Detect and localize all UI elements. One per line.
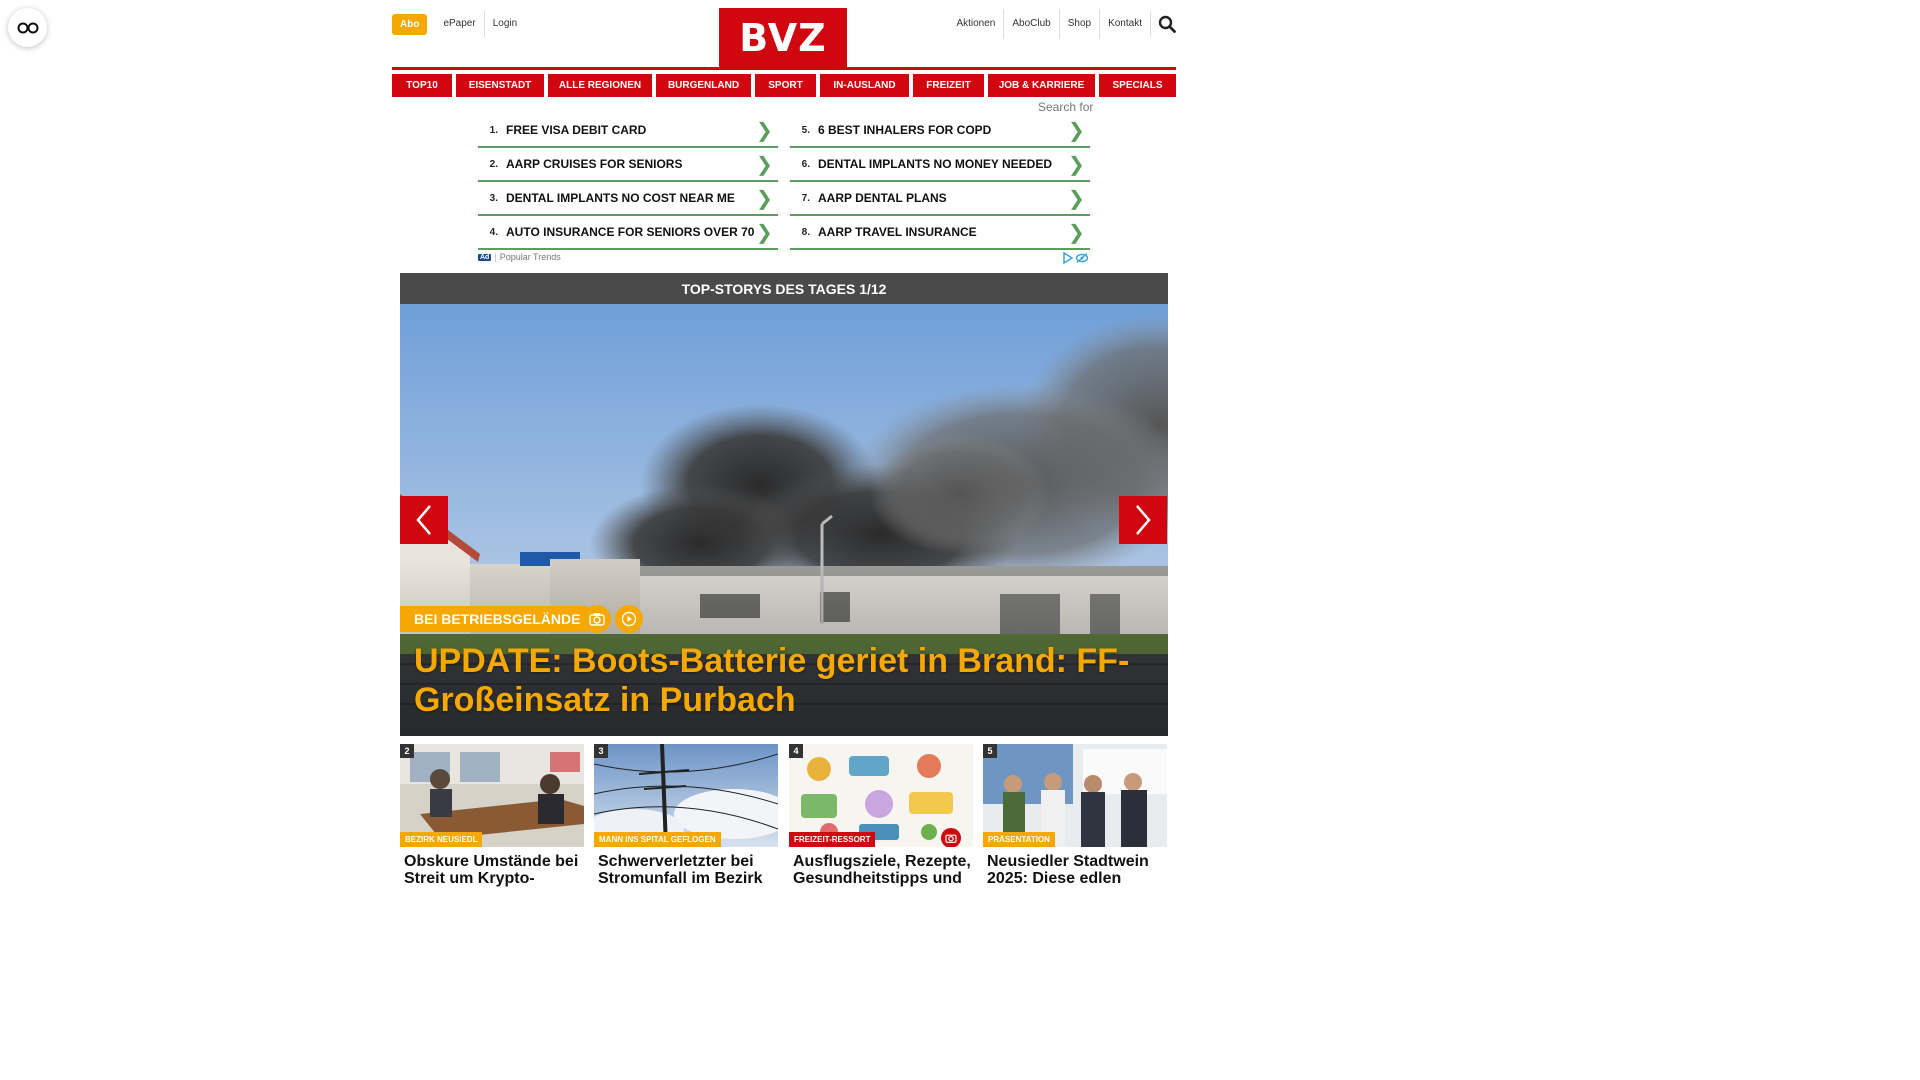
nav-item-burgenland[interactable]: BURGENLAND [656,74,751,97]
chevron-right-icon: ❯ [756,118,773,142]
chevron-right-icon: ❯ [1068,220,1085,244]
hero-headline[interactable]: UPDATE: Boots-Batterie geriet in Brand: … [414,642,1154,720]
ad-item[interactable]: 7. AARP DENTAL PLANS ❯ [790,182,1090,216]
login-link[interactable]: Login [483,11,525,37]
ad-item-label: AARP DENTAL PLANS [818,191,947,205]
nav-item-freizeit[interactable]: FREIZEIT [913,74,984,97]
chevron-right-icon: ❯ [1068,118,1085,142]
story-rank: 5 [983,744,997,758]
camera-icon [941,828,961,847]
story-title[interactable]: Obskure Umstände bei Streit um Krypto- [400,853,584,887]
header-left-links: Abo ePaper Login [392,11,525,37]
story-card[interactable]: 2 BEZIRK NEUSIEDL Obskure Umstände bei S… [400,744,584,887]
story-kicker: MANN INS SPITAL GEFLOGEN [594,832,721,847]
play-video-icon [615,605,643,633]
ad-item[interactable]: 1. FREE VISA DEBIT CARD ❯ [478,114,778,148]
chevron-right-icon [1136,505,1151,535]
story-rank: 2 [400,744,414,758]
story-kicker: PRÄSENTATION [983,832,1055,847]
ad-item-number: 4. [489,226,498,238]
ad-item-label: FREE VISA DEBIT CARD [506,123,647,137]
epaper-link[interactable]: ePaper [435,11,483,37]
story-image: 4 FREIZEIT-RESSORT [789,744,973,847]
chevron-right-icon: ❯ [756,152,773,176]
bvz-logo[interactable]: BVZ [719,8,847,68]
ad-item-label: AUTO INSURANCE FOR SENIORS OVER 70 [506,225,755,239]
ad-item[interactable]: 8. AARP TRAVEL INSURANCE ❯ [790,216,1090,250]
ad-item[interactable]: 4. AUTO INSURANCE FOR SENIORS OVER 70 ❯ [478,216,778,250]
ad-list-right: 5. 6 BEST INHALERS FOR COPD ❯ 6. DENTAL … [790,114,1090,250]
story-rank: 4 [789,744,803,758]
ad-item-label: 6 BEST INHALERS FOR COPD [818,123,992,137]
hero-kicker: BEI BETRIEBSGELÄNDE [400,606,589,632]
camera-icon [583,605,611,633]
adchoices-icon[interactable] [1062,252,1090,264]
glasses-icon [17,22,38,33]
top-stories-heading: TOP-STORYS DES TAGES 1/12 [400,273,1168,304]
ad-item[interactable]: 3. DENTAL IMPLANTS NO COST NEAR ME ❯ [478,182,778,216]
header-right-links: Aktionen AboClub Shop Kontakt [948,9,1176,39]
story-title[interactable]: Ausflugsziele, Rezepte, Gesundheitstipps… [789,853,973,887]
ad-item-number: 8. [801,226,810,238]
story-title[interactable]: Schwerverletzter bei Stromunfall im Bezi… [594,853,778,887]
ad-item-number: 2. [489,158,498,170]
nav-item-top10[interactable]: TOP10 [392,74,452,97]
nav-item-sport[interactable]: SPORT [755,74,816,97]
carousel-prev-button[interactable] [400,496,448,544]
ad-search-label: Search for [1038,100,1094,114]
story-card[interactable]: 3 MANN INS SPITAL GEFLOGEN Schwerverletz… [594,744,778,887]
ad-item[interactable]: 5. 6 BEST INHALERS FOR COPD ❯ [790,114,1090,148]
ad-badge: Ad [478,253,492,261]
ad-item[interactable]: 6. DENTAL IMPLANTS NO MONEY NEEDED ❯ [790,148,1090,182]
story-card[interactable]: 5 PRÄSENTATION Neusiedler Stadtwein 2025… [983,744,1167,887]
accessibility-button[interactable] [8,8,47,47]
chevron-right-icon: ❯ [756,220,773,244]
chevron-right-icon: ❯ [1068,186,1085,210]
aboclub-link[interactable]: AboClub [1003,9,1058,39]
nav-item-job-karriere[interactable]: JOB & KARRIERE [988,74,1095,97]
ad-footer-label: Popular Trends [499,252,561,262]
ad-item-number: 6. [801,158,810,170]
search-icon[interactable] [1150,11,1176,37]
ad-item[interactable]: 2. AARP CRUISES FOR SENIORS ❯ [478,148,778,182]
ad-list-left: 1. FREE VISA DEBIT CARD ❯ 2. AARP CRUISE… [478,114,778,250]
ad-footer: Ad | Popular Trends [478,252,561,262]
header-divider [392,67,1176,70]
ad-item-number: 5. [801,124,810,136]
story-title[interactable]: Neusiedler Stadtwein 2025: Diese edlen [983,853,1167,887]
story-rank: 3 [594,744,608,758]
ad-item-label: AARP TRAVEL INSURANCE [818,225,977,239]
chevron-left-icon [416,505,431,535]
nav-item-specials[interactable]: SPECIALS [1099,74,1176,97]
site-header: Abo ePaper Login BVZ Aktionen AboClub Sh… [392,0,1176,70]
aktionen-link[interactable]: Aktionen [948,9,1003,39]
chevron-right-icon: ❯ [756,186,773,210]
abo-button[interactable]: Abo [392,13,428,35]
nav-item-in-ausland[interactable]: IN-AUSLAND [820,74,909,97]
ad-item-label: DENTAL IMPLANTS NO COST NEAR ME [506,191,735,205]
story-card[interactable]: 4 FREIZEIT-RESSORT Ausflugsziele, Rezept… [789,744,973,887]
story-kicker: BEZIRK NEUSIEDL [400,832,483,847]
ad-item-label: AARP CRUISES FOR SENIORS [506,157,683,171]
story-image: 2 BEZIRK NEUSIEDL [400,744,584,847]
chevron-right-icon: ❯ [1068,152,1085,176]
main-nav: TOP10 EISENSTADT ALLE REGIONEN BURGENLAN… [392,74,1176,97]
story-image: 5 PRÄSENTATION [983,744,1167,847]
nav-item-alle-regionen[interactable]: ALLE REGIONEN [548,74,652,97]
ad-item-number: 7. [801,192,810,204]
carousel-next-button[interactable] [1119,496,1167,544]
ad-item-number: 1. [489,124,498,136]
story-image: 3 MANN INS SPITAL GEFLOGEN [594,744,778,847]
nav-item-eisenstadt[interactable]: EISENSTADT [456,74,544,97]
ad-item-number: 3. [489,192,498,204]
kontakt-link[interactable]: Kontakt [1099,9,1150,39]
shop-link[interactable]: Shop [1058,9,1099,39]
ad-item-label: DENTAL IMPLANTS NO MONEY NEEDED [818,157,1053,171]
story-kicker: FREIZEIT-RESSORT [789,832,876,847]
